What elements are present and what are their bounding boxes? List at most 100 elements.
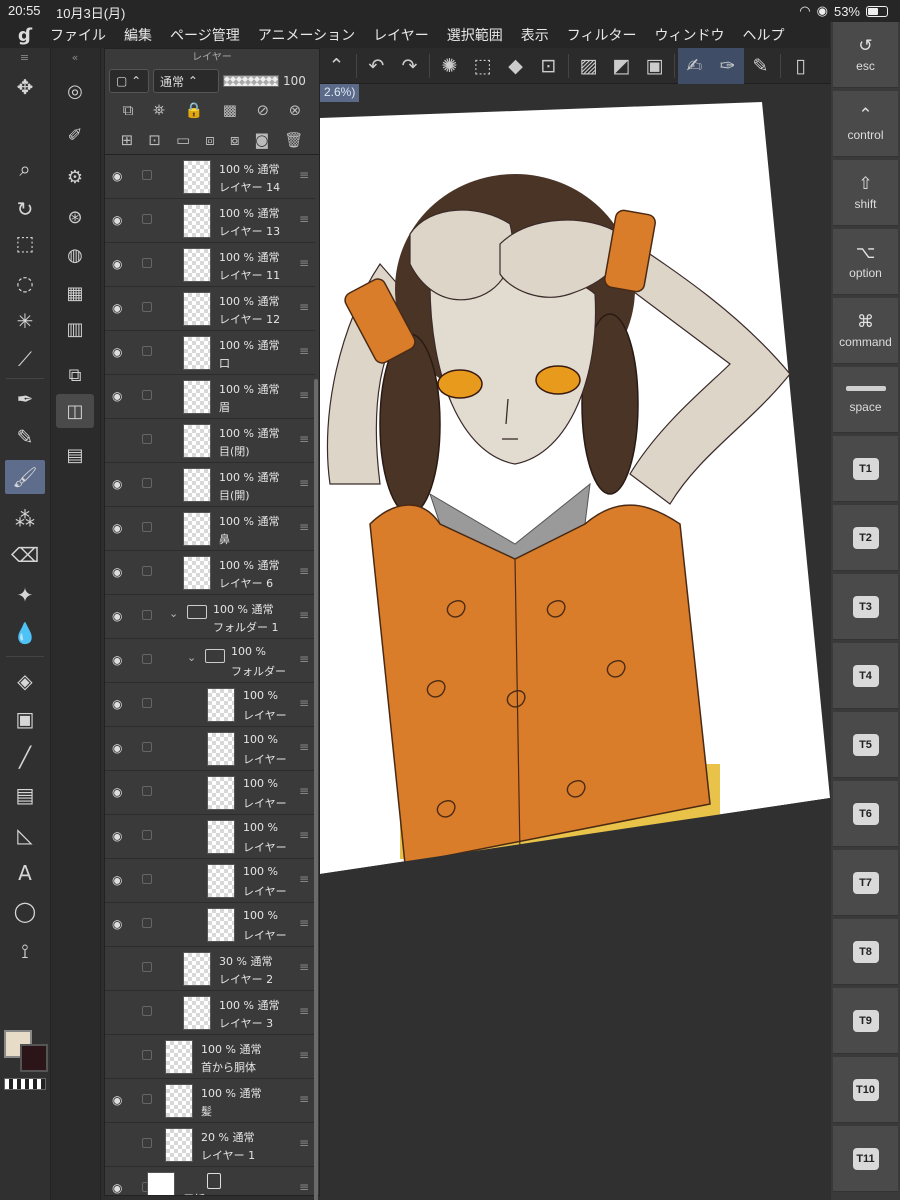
menu-page[interactable]: ページ管理 <box>170 25 240 45</box>
layer-select-checkbox[interactable] <box>142 742 152 752</box>
layer-select-checkbox[interactable] <box>142 830 152 840</box>
layer-row[interactable]: ◉ 用紙 ≡ <box>105 1167 315 1195</box>
shortcut-key-t7[interactable]: T7 <box>833 850 898 916</box>
layer-select-checkbox[interactable] <box>142 610 152 620</box>
layer-drag-handle-icon[interactable]: ≡ <box>299 1092 309 1106</box>
delete-layer-icon[interactable]: 🗑 <box>284 131 303 149</box>
transform-icon[interactable]: ⊡ <box>532 48 565 84</box>
layer-select-checkbox[interactable] <box>142 566 152 576</box>
option-key[interactable]: ⌥ option <box>833 229 898 295</box>
pencil-tool-icon[interactable]: ✎ <box>5 420 45 454</box>
layer-folder-row[interactable]: ◉ ⌄ 100 % フォルダー ≡ <box>105 639 315 683</box>
folder-expand-chevron-icon[interactable]: ⌄ <box>187 651 196 664</box>
layer-drag-handle-icon[interactable]: ≡ <box>299 388 309 402</box>
visibility-eye-icon[interactable]: ◉ <box>112 301 130 315</box>
transparent-color-swatch[interactable] <box>4 1078 46 1090</box>
menu-layer[interactable]: レイヤー <box>373 25 429 45</box>
ruler-tool-icon[interactable]: ◺ <box>5 818 45 852</box>
color-wheel-icon[interactable]: ◍ <box>56 238 94 272</box>
layer-select-checkbox[interactable] <box>142 478 152 488</box>
menu-file[interactable]: ファイル <box>50 25 106 45</box>
layer-select-checkbox[interactable] <box>142 346 152 356</box>
menu-view[interactable]: 表示 <box>521 25 549 45</box>
chevron-up-down-icon[interactable]: ⌃ <box>320 48 353 84</box>
visibility-eye-icon[interactable]: ◉ <box>112 829 130 843</box>
shortcut-key-t4[interactable]: T4 <box>833 643 898 709</box>
undo-icon[interactable]: ↶ <box>360 48 393 84</box>
reference-layer-icon[interactable]: ⛯ <box>153 101 165 119</box>
visibility-eye-icon[interactable]: ◉ <box>112 257 130 271</box>
layer-drag-handle-icon[interactable]: ≡ <box>299 432 309 446</box>
layer-drag-handle-icon[interactable]: ≡ <box>299 300 309 314</box>
create-mask-icon[interactable]: ◙ <box>255 131 270 149</box>
visibility-eye-icon[interactable]: ◉ <box>112 565 130 579</box>
layer-drag-handle-icon[interactable]: ≡ <box>299 608 309 622</box>
menu-animation[interactable]: アニメーション <box>258 25 355 45</box>
layer-select-checkbox[interactable] <box>142 390 152 400</box>
visibility-eye-icon[interactable] <box>112 433 130 445</box>
new-vector-layer-icon[interactable]: ⊡ <box>148 131 161 149</box>
layer-row[interactable]: ◉ 100 % レイヤー ≡ <box>105 815 315 859</box>
layer-drag-handle-icon[interactable]: ≡ <box>299 872 309 886</box>
text-tool-icon[interactable]: A <box>5 856 45 890</box>
rotate-tool-icon[interactable]: ↻ <box>5 192 45 226</box>
layer-row[interactable]: ◉ 100 % 通常鼻 ≡ <box>105 507 315 551</box>
layer-row[interactable]: ◉ 100 % 通常 目(開) ≡ <box>105 463 315 507</box>
menu-window[interactable]: ウィンドウ <box>655 25 725 45</box>
visibility-eye-icon[interactable]: ◉ <box>112 345 130 359</box>
layer-drag-handle-icon[interactable]: ≡ <box>299 740 309 754</box>
layer-drag-handle-icon[interactable]: ≡ <box>299 960 309 974</box>
shortcut-key-t6[interactable]: T6 <box>833 781 898 847</box>
layer-drag-handle-icon[interactable]: ≡ <box>299 564 309 578</box>
layer-drag-handle-icon[interactable]: ≡ <box>299 1136 309 1150</box>
layer-color-select[interactable]: ▢ ⌃ <box>109 69 149 93</box>
deselect-icon[interactable]: ⬚ <box>466 48 499 84</box>
edit-brush-icon[interactable]: ✑ <box>711 47 744 84</box>
visibility-eye-icon[interactable]: ◉ <box>112 917 130 931</box>
eyedropper-icon[interactable]: ⟋ <box>5 342 45 376</box>
layer-row[interactable]: ◉ 100 % レイヤー ≡ <box>105 727 315 771</box>
selection-frame-icon[interactable]: ▣ <box>638 48 671 84</box>
animation-timeline-icon[interactable]: ▥ <box>56 312 94 346</box>
layer-select-checkbox[interactable] <box>142 1138 152 1148</box>
combine-layer-icon[interactable]: ⧇ <box>230 131 240 149</box>
visibility-eye-icon[interactable]: ◉ <box>112 213 130 227</box>
clear-selection-icon[interactable]: ▨ <box>572 48 605 84</box>
layer-select-checkbox[interactable] <box>142 170 152 180</box>
sub-tool-icon[interactable]: ✐ <box>56 118 94 152</box>
shortcut-key-t11[interactable]: T11 <box>833 1126 898 1192</box>
decoration-tool-icon[interactable]: ✦ <box>5 578 45 612</box>
menu-edit[interactable]: 編集 <box>124 25 152 45</box>
layer-select-checkbox[interactable] <box>142 258 152 268</box>
opacity-value[interactable]: 100 <box>283 74 306 88</box>
ruler-display-icon[interactable]: ⊗ <box>289 101 302 119</box>
layer-folder-row[interactable]: ◉ ⌄ 100 % 通常 フォルダー 1 ≡ <box>105 595 315 639</box>
layer-select-checkbox[interactable] <box>142 1006 152 1016</box>
layer-row[interactable]: ◉ 100 % レイヤー ≡ <box>105 771 315 815</box>
layer-row[interactable]: ◉ 100 % 通常 レイヤー 13 ≡ <box>105 199 315 243</box>
layer-select-checkbox[interactable] <box>142 786 152 796</box>
visibility-eye-icon[interactable]: ◉ <box>112 609 130 623</box>
visibility-eye-icon[interactable]: ◉ <box>112 1181 130 1195</box>
layer-select-checkbox[interactable] <box>142 522 152 532</box>
space-key[interactable]: space <box>833 367 898 433</box>
shortcut-key-t3[interactable]: T3 <box>833 574 898 640</box>
frame-tool-icon[interactable]: ▤ <box>5 778 45 812</box>
eraser-tool-icon[interactable]: ⌫ <box>5 538 45 572</box>
layer-drag-handle-icon[interactable]: ≡ <box>299 476 309 490</box>
visibility-eye-icon[interactable]: ◉ <box>112 873 130 887</box>
layer-row[interactable]: 100 % 通常 首から胴体 ≡ <box>105 1035 315 1079</box>
blend-tool-icon[interactable]: 💧 <box>5 616 45 650</box>
new-raster-layer-icon[interactable]: ⊞ <box>121 131 134 149</box>
gradient-tool-icon[interactable]: ▣ <box>5 702 45 736</box>
brush-size-icon[interactable]: ⊛ <box>56 200 94 234</box>
layer-select-checkbox[interactable] <box>142 1094 152 1104</box>
clip-studio-logo-icon[interactable]: ɠ <box>0 25 50 46</box>
color-set-icon[interactable]: ▦ <box>56 276 94 310</box>
layer-drag-handle-icon[interactable]: ≡ <box>299 1180 309 1194</box>
lasso-tool-icon[interactable]: ◌ <box>5 266 45 300</box>
magic-wand-icon[interactable]: ✳ <box>5 304 45 338</box>
drawing-canvas[interactable] <box>320 84 831 1200</box>
layer-select-checkbox[interactable] <box>142 302 152 312</box>
invert-selection-icon[interactable]: ◩ <box>605 48 638 84</box>
